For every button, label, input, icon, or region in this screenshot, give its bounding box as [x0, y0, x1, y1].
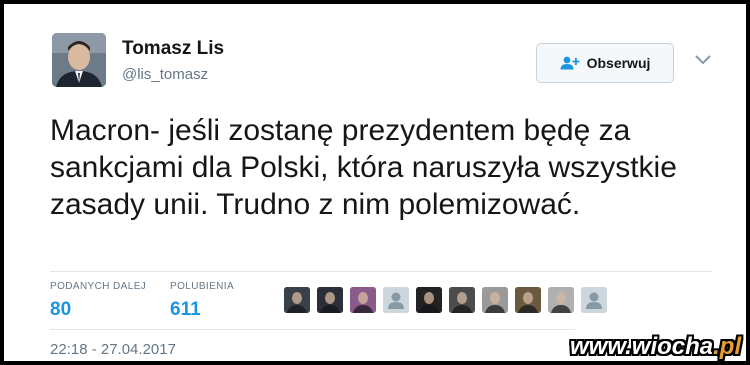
default-avatar-icon	[581, 287, 607, 313]
avatar-photo-icon	[482, 287, 508, 313]
avatar-photo-icon	[515, 287, 541, 313]
watermark-accent: .pl	[713, 333, 742, 360]
liker-avatar[interactable]	[482, 287, 508, 313]
tweet-text: Macron- jeśli zostanę prezydentem będę z…	[50, 114, 677, 221]
author-avatar[interactable]	[52, 33, 106, 87]
avatar-photo-icon	[350, 287, 376, 313]
avatar-photo-icon	[416, 287, 442, 313]
tweet-card: Tomasz Lis @lis_tomasz Obserwuj Macron- …	[4, 4, 746, 361]
avatar-photo-icon	[449, 287, 475, 313]
liker-avatar[interactable]	[416, 287, 442, 313]
liker-avatar[interactable]	[317, 287, 343, 313]
liker-avatar[interactable]	[350, 287, 376, 313]
watermark-main: www.wiocha	[570, 333, 714, 360]
default-avatar-icon	[383, 287, 409, 313]
liker-avatar[interactable]	[449, 287, 475, 313]
site-watermark: www.wiocha.pl	[570, 333, 741, 361]
liker-avatar[interactable]	[284, 287, 310, 313]
tweet-timestamp[interactable]: 22:18 - 27.04.2017	[50, 341, 176, 358]
liker-avatar[interactable]	[515, 287, 541, 313]
avatar-photo-icon	[548, 287, 574, 313]
avatar-photo-icon	[317, 287, 343, 313]
follow-button[interactable]: Obserwuj	[536, 43, 674, 83]
author-handle[interactable]: @lis_tomasz	[122, 66, 208, 83]
likes-count[interactable]: 611	[170, 299, 201, 321]
author-name[interactable]: Tomasz Lis	[122, 38, 224, 60]
liker-avatar[interactable]	[383, 287, 409, 313]
chevron-down-icon[interactable]	[694, 52, 712, 66]
retweets-count[interactable]: 80	[50, 299, 71, 321]
liker-avatars	[284, 287, 607, 313]
person-plus-icon	[560, 56, 579, 70]
likes-label: POLUBIENIA	[170, 281, 235, 292]
liker-avatar[interactable]	[581, 287, 607, 313]
divider	[50, 329, 575, 330]
avatar-photo-icon	[52, 33, 106, 87]
retweets-label: PODANYCH DALEJ	[50, 281, 147, 292]
avatar-photo-icon	[284, 287, 310, 313]
follow-button-label: Obserwuj	[586, 55, 651, 71]
liker-avatar[interactable]	[548, 287, 574, 313]
divider	[50, 271, 712, 272]
